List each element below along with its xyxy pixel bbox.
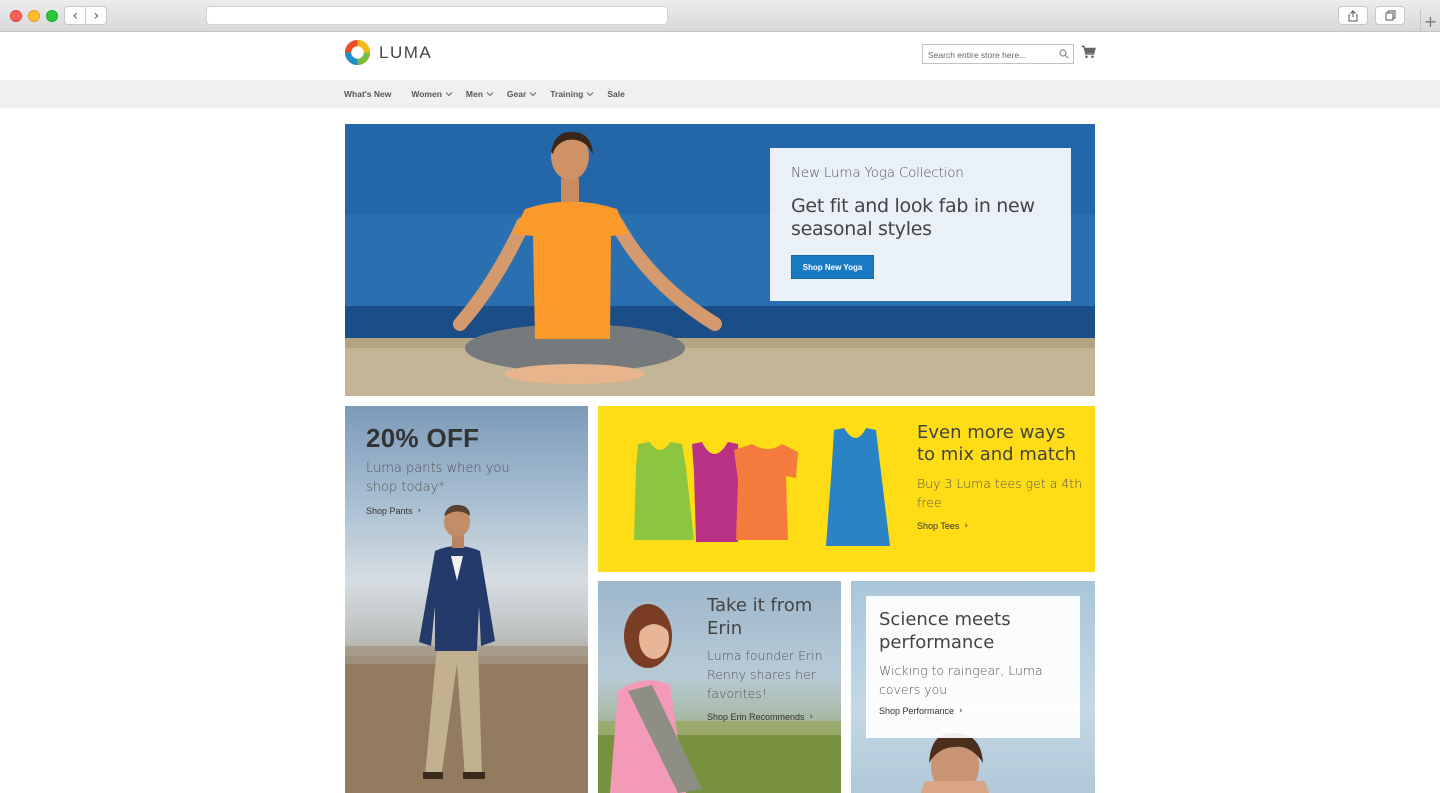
minimize-window-button[interactable]: [28, 10, 40, 22]
chevron-down-icon: [445, 92, 453, 97]
browser-toolbar: ‹ › +: [0, 0, 1440, 32]
share-button[interactable]: [1338, 6, 1368, 25]
address-bar[interactable]: [206, 6, 668, 25]
chevron-right-icon: ›: [417, 506, 422, 516]
search-input[interactable]: [923, 46, 1053, 64]
shop-pants-label: Shop Pants: [366, 506, 413, 516]
hero-title: Get fit and look fab in new seasonal sty…: [791, 195, 1035, 240]
shop-erin-recommends-label: Shop Erin Recommends: [707, 712, 805, 722]
cart-icon[interactable]: [1081, 45, 1096, 59]
nav-item-label: Gear: [506, 89, 527, 99]
new-tab-button[interactable]: +: [1420, 10, 1440, 32]
chevron-right-icon: ›: [964, 521, 968, 531]
show-tabs-button[interactable]: [1375, 6, 1405, 25]
nav-item-label: Training: [550, 89, 584, 99]
hero-card: New Luma Yoga Collection Get fit and loo…: [770, 148, 1071, 301]
logo-text: LUMA: [379, 42, 433, 62]
store-header: LUMA: [0, 32, 1440, 80]
hero-banner[interactable]: New Luma Yoga Collection Get fit and loo…: [345, 124, 1095, 396]
nav-item-gear[interactable]: Gear: [507, 89, 537, 99]
tees-subtitle: Buy 3 Luma tees get a 4th free: [917, 476, 1083, 510]
tees-illustration: [634, 428, 890, 546]
hero-eyebrow: New Luma Yoga Collection: [791, 165, 964, 181]
nav-item-label: Women: [411, 89, 442, 99]
tabs-icon: [1385, 10, 1395, 21]
nav-item-women[interactable]: Women: [411, 89, 453, 99]
erin-promo[interactable]: Take it from Erin Luma founder Erin Renn…: [598, 581, 841, 793]
nav-item-sale[interactable]: Sale: [607, 89, 625, 99]
chevron-down-icon: [529, 92, 537, 97]
nav-item-label: Sale: [607, 89, 625, 99]
chevron-right-icon: ›: [959, 706, 963, 716]
performance-subtitle: Wicking to raingear, Luma covers you: [879, 663, 1043, 697]
nav-item-label: Men: [465, 89, 483, 99]
pants-headline: 20% OFF: [366, 423, 480, 453]
nav-item-label: What's New: [344, 89, 392, 99]
history-nav: ‹ ›: [64, 6, 107, 25]
shop-tees-label: Shop Tees: [917, 521, 960, 531]
search-box: [922, 44, 1074, 64]
share-icon: [1348, 9, 1358, 21]
main-navigation: What's New Women Men Gear Training Sale: [0, 80, 1440, 108]
search-icon[interactable]: [1059, 49, 1069, 59]
back-button[interactable]: ‹: [65, 7, 85, 24]
nav-item-what-s-new[interactable]: What's New: [344, 89, 391, 99]
luma-logo[interactable]: LUMA: [344, 39, 432, 66]
tees-title: Even more ways to mix and match: [917, 422, 1077, 465]
forward-button[interactable]: ›: [85, 7, 106, 24]
performance-card: Science meets performance Wicking to rai…: [866, 596, 1080, 738]
nav-item-training[interactable]: Training: [550, 89, 594, 99]
tees-promo[interactable]: Even more ways to mix and match Buy 3 Lu…: [598, 406, 1095, 572]
shop-erin-recommends-link[interactable]: Shop Erin Recommends ›: [707, 712, 835, 722]
pants-promo[interactable]: 20% OFF Luma pants when you shop today* …: [345, 406, 588, 793]
erin-promo-text: Take it from Erin Luma founder Erin Renn…: [707, 594, 835, 722]
chevron-down-icon: [486, 92, 494, 97]
shop-new-yoga-button[interactable]: Shop New Yoga: [791, 255, 874, 279]
shop-performance-label: Shop Performance: [879, 706, 955, 716]
pants-subtitle: Luma pants when you shop today*: [366, 461, 510, 495]
erin-subtitle: Luma founder Erin Renny shares her favor…: [707, 648, 823, 701]
chevron-right-icon: ›: [809, 712, 814, 722]
close-window-button[interactable]: [10, 10, 22, 22]
tees-promo-text: Even more ways to mix and match Buy 3 Lu…: [917, 422, 1087, 531]
luma-logo-icon: [344, 39, 371, 66]
zoom-window-button[interactable]: [46, 10, 58, 22]
erin-title: Take it from Erin: [707, 595, 813, 639]
performance-title: Science meets performance: [879, 609, 1011, 653]
performance-promo[interactable]: Science meets performance Wicking to rai…: [851, 581, 1095, 793]
pants-promo-text: 20% OFF Luma pants when you shop today* …: [366, 423, 516, 516]
nav-menu: What's New Women Men Gear Training Sale: [344, 80, 638, 108]
shop-pants-link[interactable]: Shop Pants ›: [366, 506, 516, 516]
shop-tees-link[interactable]: Shop Tees ›: [917, 521, 1087, 531]
chevron-down-icon: [587, 92, 594, 97]
nav-item-men[interactable]: Men: [466, 89, 494, 99]
shop-performance-link[interactable]: Shop Performance ›: [879, 706, 1067, 716]
